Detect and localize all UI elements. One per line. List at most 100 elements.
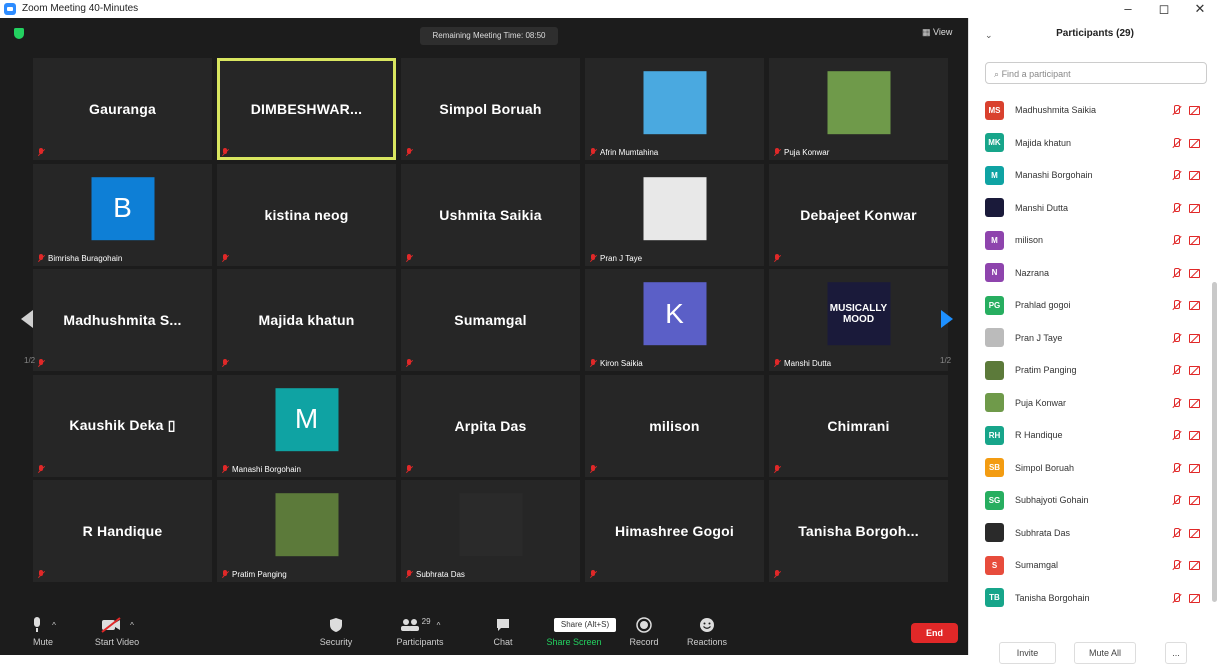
participant-name: Puja Konwar: [1015, 397, 1067, 408]
participant-status-icons: [1171, 365, 1200, 376]
muted-mic-icon: [1171, 365, 1182, 375]
reactions-button[interactable]: Reactions: [672, 616, 742, 647]
tile-label-text: Kiron Saikia: [600, 359, 643, 368]
video-tile[interactable]: MUSICALLY MOOD Manshi Dutta: [769, 269, 948, 371]
more-options-button[interactable]: ...: [1165, 642, 1187, 664]
chat-button[interactable]: Chat: [468, 616, 538, 647]
view-button[interactable]: ▦ View: [922, 27, 952, 38]
end-meeting-button[interactable]: End: [911, 623, 958, 643]
tile-label: Pran J Taye: [589, 253, 642, 263]
invite-button[interactable]: Invite: [999, 642, 1056, 664]
tile-label: [589, 570, 600, 579]
video-tile[interactable]: Puja Konwar: [769, 58, 948, 160]
tile-label: Subhrata Das: [405, 570, 465, 579]
participant-row[interactable]: Mmilison: [985, 224, 1210, 257]
tile-label: [221, 148, 232, 157]
participant-status-icons: [1171, 300, 1200, 311]
avatar-letter: M: [275, 387, 338, 451]
participant-row[interactable]: PG Prahlad gogoi: [985, 289, 1210, 322]
participant-row[interactable]: MS Madhushmita Saikia: [985, 94, 1210, 127]
video-tile[interactable]: DIMBESHWAR...: [217, 58, 396, 160]
encryption-shield-icon[interactable]: [14, 28, 24, 39]
share-screen-label: Share Screen: [546, 637, 602, 647]
video-off-icon: [1189, 333, 1200, 343]
participants-button[interactable]: 29 ^ Participants: [385, 616, 455, 648]
record-button[interactable]: Record: [609, 616, 679, 647]
participant-row[interactable]: SG Subhajyoti Gohain: [985, 484, 1210, 517]
participant-row[interactable]: Pran J Taye: [985, 322, 1210, 355]
video-tile[interactable]: K Kiron Saikia: [585, 269, 764, 371]
security-button[interactable]: Security: [301, 616, 371, 647]
video-tile[interactable]: B Bimrisha Buragohain: [33, 163, 212, 266]
participant-status-icons: [1171, 592, 1200, 603]
video-tile[interactable]: milison: [585, 374, 764, 477]
participant-status-icons: [1171, 170, 1200, 181]
tile-label: [773, 253, 784, 263]
video-tile[interactable]: Subhrata Das: [401, 480, 580, 582]
participant-row[interactable]: Puja Konwar: [985, 387, 1210, 420]
landscape-photo-icon: [827, 71, 890, 135]
video-tile[interactable]: Pran J Taye: [585, 163, 764, 266]
video-tile[interactable]: Madhushmita S...: [33, 269, 212, 371]
tile-label: [405, 148, 416, 157]
participant-status-icons: [1171, 105, 1200, 116]
video-tile[interactable]: Afrin Mumtahina: [585, 58, 764, 160]
participant-status-icons: [1171, 462, 1200, 473]
video-tile[interactable]: Ushmita Saikia: [401, 163, 580, 266]
video-tile[interactable]: Arpita Das: [401, 374, 580, 477]
start-video-button[interactable]: ^ Start Video: [82, 616, 152, 647]
video-tile[interactable]: Himashree Gogoi: [585, 480, 764, 582]
participant-list-scrollbar[interactable]: [1212, 282, 1217, 602]
next-page-arrow-icon[interactable]: [941, 310, 953, 328]
video-tile[interactable]: Kaushik Deka ▯: [33, 374, 212, 477]
video-tile[interactable]: Debajeet Konwar: [769, 163, 948, 266]
video-tile[interactable]: Sumamgal: [401, 269, 580, 371]
participant-status-icons: [1171, 267, 1200, 278]
tile-name: Chimrani: [827, 417, 890, 434]
video-tile[interactable]: Simpol Boruah: [401, 58, 580, 160]
avatar: M: [985, 230, 1004, 250]
participant-row[interactable]: Manshi Dutta: [985, 192, 1210, 225]
muted-mic-icon: [1171, 495, 1182, 505]
mute-all-button[interactable]: Mute All: [1074, 642, 1136, 664]
participant-row[interactable]: M Manashi Borgohain: [985, 159, 1210, 192]
video-tile[interactable]: Majida khatun: [217, 269, 396, 371]
tile-label: [37, 570, 48, 579]
video-tile[interactable]: R Handique: [33, 480, 212, 582]
video-tile[interactable]: kistina neog: [217, 163, 396, 266]
avatar: M: [985, 165, 1004, 185]
security-shield-icon: [301, 616, 371, 634]
participant-row[interactable]: Pratim Panging: [985, 354, 1210, 387]
muted-mic-icon: [1171, 267, 1182, 278]
participant-search-input[interactable]: ⌕ Find a participant: [985, 62, 1207, 84]
video-tile[interactable]: Chimrani: [769, 374, 948, 477]
participant-row[interactable]: S Sumamgal: [985, 549, 1210, 582]
video-off-icon: [1189, 495, 1200, 506]
previous-page-arrow-icon[interactable]: [21, 310, 33, 328]
page-indicator-left: 1/2: [24, 356, 36, 365]
muted-mic-icon: [221, 253, 229, 263]
video-tile[interactable]: Tanisha Borgoh...: [769, 480, 948, 582]
avatar: S: [985, 555, 1004, 575]
avatar-image: MUSICALLY MOOD: [827, 282, 890, 346]
minimize-button[interactable]: –: [1110, 0, 1146, 18]
muted-mic-icon: [1171, 202, 1182, 213]
avatar: [985, 393, 1004, 413]
video-tile[interactable]: Pratim Panging: [217, 480, 396, 582]
participant-row[interactable]: TB Tanisha Borgohain: [985, 582, 1210, 615]
maximize-button[interactable]: ◻: [1146, 0, 1182, 18]
video-tile[interactable]: Gauranga: [33, 58, 212, 160]
participants-count: 29: [421, 616, 431, 626]
avatar: SG: [985, 490, 1004, 510]
participant-row[interactable]: SB Simpol Boruah: [985, 452, 1210, 485]
participant-row[interactable]: N Nazrana: [985, 257, 1210, 290]
close-button[interactable]: ✕: [1182, 0, 1218, 18]
video-tile[interactable]: M Manashi Borgohain: [217, 374, 396, 477]
tile-label: [221, 359, 232, 368]
page-indicator-right: 1/2: [940, 356, 952, 365]
participant-row[interactable]: RH R Handique: [985, 419, 1210, 452]
participant-row[interactable]: MK Majida khatun: [985, 127, 1210, 160]
participant-row[interactable]: Subhrata Das: [985, 517, 1210, 550]
mute-button[interactable]: ^ Mute: [8, 616, 78, 647]
search-icon: ⌕: [994, 69, 1000, 79]
